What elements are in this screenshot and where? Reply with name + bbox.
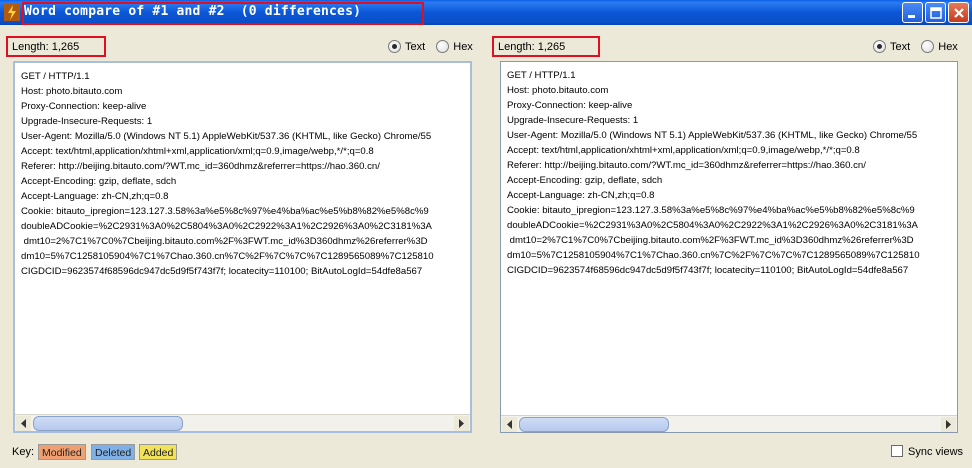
left-text-content: GET / HTTP/1.1 Host: photo.bitauto.com Pro…: [21, 69, 470, 279]
text-line: Accept-Encoding: gzip, deflate, sdch: [507, 175, 663, 186]
modified-key-tag: Modified: [38, 444, 86, 460]
text-line: Accept: text/html,application/xhtml+xml,…: [21, 146, 374, 157]
text-line: Accept: text/html,application/xhtml+xml,…: [507, 145, 860, 156]
left-text-radio-label[interactable]: Text: [405, 41, 425, 53]
text-line: dmt10=2%7C1%7C0%7Cbeijing.bitauto.com%2F…: [507, 235, 914, 246]
deleted-key-tag: Deleted: [91, 444, 136, 460]
sync-views-label[interactable]: Sync views: [908, 446, 963, 458]
text-line: Upgrade-Insecure-Requests: 1: [21, 116, 153, 127]
text-line: Proxy-Connection: keep-alive: [21, 101, 147, 112]
left-hex-radio-label[interactable]: Hex: [453, 41, 473, 53]
sync-views-option[interactable]: Sync views: [891, 445, 963, 458]
text-line: Upgrade-Insecure-Requests: 1: [507, 115, 639, 126]
left-hex-radio[interactable]: [436, 40, 450, 53]
maximize-button[interactable]: [925, 2, 946, 23]
right-view-mode: Text Hex: [873, 40, 966, 54]
text-line: GET / HTTP/1.1: [507, 70, 576, 81]
text-line: Proxy-Connection: keep-alive: [507, 100, 633, 111]
right-text-radio-label[interactable]: Text: [890, 41, 910, 53]
right-scroll-right-button[interactable]: [941, 417, 956, 432]
text-line: User-Agent: Mozilla/5.0 (Windows NT 5.1)…: [507, 130, 918, 141]
text-line: Accept-Language: zh-CN,zh;q=0.8: [21, 191, 169, 202]
text-line: CIGDCID=9623574f68596dc947dc5d9f5f743f7f…: [507, 265, 909, 276]
text-line: User-Agent: Mozilla/5.0 (Windows NT 5.1)…: [21, 131, 432, 142]
right-scroll-thumb[interactable]: [519, 417, 669, 432]
text-line: Host: photo.bitauto.com: [507, 85, 609, 96]
key-label: Key:: [12, 446, 35, 458]
right-hex-radio-label[interactable]: Hex: [938, 41, 958, 53]
text-line: GET / HTTP/1.1: [21, 71, 90, 82]
text-line: doubleADCookie=%2C2931%3A0%2C5804%3A0%2C…: [21, 221, 432, 232]
text-line: Cookie: bitauto_ipregion=123.127.3.58%3a…: [507, 205, 915, 216]
text-line: CIGDCID=9623574f68596dc947dc5d9f5f743f7f…: [21, 266, 423, 277]
left-scroll-right-button[interactable]: [454, 416, 469, 431]
left-scroll-left-button[interactable]: [16, 416, 31, 431]
text-line: Accept-Language: zh-CN,zh;q=0.8: [507, 190, 655, 201]
sync-views-checkbox[interactable]: [891, 445, 903, 457]
text-line: dm10=5%7C1258105904%7C1%7Chao.360.cn%7C%…: [21, 251, 434, 262]
close-button[interactable]: [948, 2, 969, 23]
right-hex-radio[interactable]: [921, 40, 935, 53]
right-text-radio[interactable]: [873, 40, 886, 53]
title-highlight-box: [22, 2, 424, 25]
left-scroll-thumb[interactable]: [33, 416, 183, 431]
app-icon[interactable]: [4, 4, 20, 21]
right-text-area[interactable]: GET / HTTP/1.1 Host: photo.bitauto.com Pro…: [500, 61, 958, 433]
text-line: dm10=5%7C1258105904%7C1%7Chao.360.cn%7C%…: [507, 250, 920, 261]
text-line: Referer: http://beijing.bitauto.com/?WT.…: [21, 161, 380, 172]
title-bar[interactable]: Word compare of #1 and #2 (0 differences…: [0, 0, 972, 25]
text-line: Cookie: bitauto_ipregion=123.127.3.58%3a…: [21, 206, 429, 217]
left-text-area[interactable]: GET / HTTP/1.1 Host: photo.bitauto.com Pro…: [13, 61, 472, 433]
right-text-content: GET / HTTP/1.1 Host: photo.bitauto.com Pro…: [507, 68, 957, 278]
minimize-button[interactable]: [902, 2, 923, 23]
right-horizontal-scrollbar[interactable]: [501, 415, 957, 432]
added-key-tag: Added: [139, 444, 178, 460]
text-line: Referer: http://beijing.bitauto.com/?WT.…: [507, 160, 866, 171]
left-horizontal-scrollbar[interactable]: [15, 414, 470, 431]
text-line: doubleADCookie=%2C2931%3A0%2C5804%3A0%2C…: [507, 220, 918, 231]
left-length-label: Length: 1,265: [6, 36, 106, 57]
text-line: Accept-Encoding: gzip, deflate, sdch: [21, 176, 177, 187]
right-scroll-left-button[interactable]: [502, 417, 517, 432]
left-view-mode: Text Hex: [388, 40, 481, 54]
text-line: Host: photo.bitauto.com: [21, 86, 123, 97]
text-line: dmt10=2%7C1%7C0%7Cbeijing.bitauto.com%2F…: [21, 236, 428, 247]
right-length-label: Length: 1,265: [492, 36, 600, 57]
left-text-radio[interactable]: [388, 40, 401, 53]
